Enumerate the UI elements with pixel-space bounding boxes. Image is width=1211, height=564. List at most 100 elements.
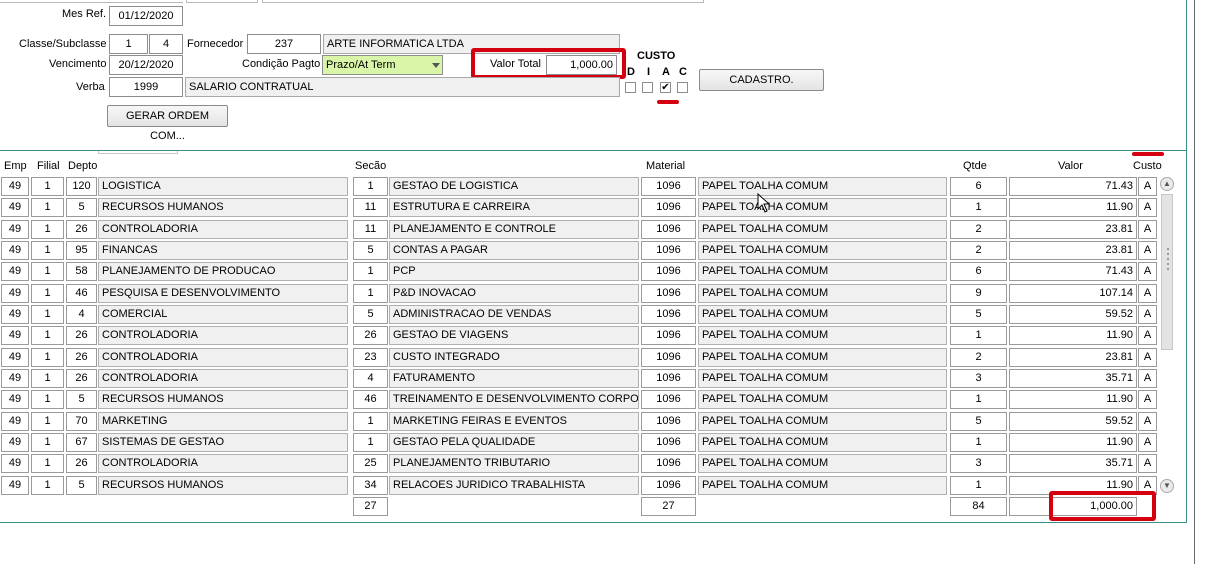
cell-material[interactable]: 1096 <box>641 305 696 324</box>
cell-emp[interactable]: 49 <box>1 241 29 260</box>
cell-secao[interactable]: 5 <box>353 241 388 260</box>
cell-emp[interactable]: 49 <box>1 348 29 367</box>
cell-depto[interactable]: 26 <box>66 220 97 239</box>
cell-qtde[interactable]: 9 <box>950 284 1007 303</box>
cell-material[interactable]: 1096 <box>641 369 696 388</box>
cell-filial[interactable]: 1 <box>31 305 64 324</box>
cell-custo[interactable]: A <box>1138 198 1157 217</box>
cell-filial[interactable]: 1 <box>31 198 64 217</box>
cell-material[interactable]: 1096 <box>641 348 696 367</box>
cell-emp[interactable]: 49 <box>1 476 29 495</box>
cell-depto[interactable]: 46 <box>66 284 97 303</box>
cell-filial[interactable]: 1 <box>31 220 64 239</box>
custo-a-checkbox[interactable]: ✔ <box>660 82 671 93</box>
mes-ref-field[interactable]: 01/12/2020 <box>109 6 183 26</box>
cell-secao[interactable]: 11 <box>353 198 388 217</box>
cell-custo[interactable]: A <box>1138 412 1157 431</box>
cell-material[interactable]: 1096 <box>641 390 696 409</box>
cell-qtde[interactable]: 5 <box>950 412 1007 431</box>
subclasse-field[interactable]: 4 <box>149 34 183 54</box>
cell-secao[interactable]: 1 <box>353 177 388 196</box>
cell-depto[interactable]: 5 <box>66 390 97 409</box>
cell-valor[interactable]: 71.43 <box>1009 262 1137 281</box>
cell-valor[interactable]: 11.90 <box>1009 433 1137 452</box>
vencimento-field[interactable]: 20/12/2020 <box>109 55 183 75</box>
cell-material[interactable]: 1096 <box>641 284 696 303</box>
cell-valor[interactable]: 23.81 <box>1009 220 1137 239</box>
cell-custo[interactable]: A <box>1138 284 1157 303</box>
cell-custo[interactable]: A <box>1138 220 1157 239</box>
cell-filial[interactable]: 1 <box>31 348 64 367</box>
cell-emp[interactable]: 49 <box>1 454 29 473</box>
cell-qtde[interactable]: 5 <box>950 305 1007 324</box>
cell-depto[interactable]: 120 <box>66 177 97 196</box>
custo-i-checkbox[interactable] <box>642 82 653 93</box>
cell-depto[interactable]: 58 <box>66 262 97 281</box>
cell-emp[interactable]: 49 <box>1 305 29 324</box>
cell-material[interactable]: 1096 <box>641 412 696 431</box>
cell-secao[interactable]: 25 <box>353 454 388 473</box>
cell-qtde[interactable]: 1 <box>950 326 1007 345</box>
condicao-pagto-select[interactable]: Prazo/At Term <box>322 55 443 75</box>
cell-emp[interactable]: 49 <box>1 220 29 239</box>
cell-secao[interactable]: 11 <box>353 220 388 239</box>
cell-qtde[interactable]: 3 <box>950 454 1007 473</box>
gerar-ordem-button[interactable]: GERAR ORDEM COM... <box>107 105 228 142</box>
cell-secao[interactable]: 26 <box>353 326 388 345</box>
cell-emp[interactable]: 49 <box>1 369 29 388</box>
cell-custo[interactable]: A <box>1138 348 1157 367</box>
cell-secao[interactable]: 34 <box>353 476 388 495</box>
cell-emp[interactable]: 49 <box>1 262 29 281</box>
cell-qtde[interactable]: 2 <box>950 220 1007 239</box>
cell-material[interactable]: 1096 <box>641 177 696 196</box>
cell-custo[interactable]: A <box>1138 369 1157 388</box>
cell-depto[interactable]: 95 <box>66 241 97 260</box>
cell-valor[interactable]: 71.43 <box>1009 177 1137 196</box>
cell-filial[interactable]: 1 <box>31 369 64 388</box>
cell-filial[interactable]: 1 <box>31 390 64 409</box>
cell-valor[interactable]: 11.90 <box>1009 326 1137 345</box>
cell-filial[interactable]: 1 <box>31 177 64 196</box>
cell-custo[interactable]: A <box>1138 433 1157 452</box>
custo-d-checkbox[interactable] <box>625 82 636 93</box>
cell-secao[interactable]: 1 <box>353 433 388 452</box>
cell-qtde[interactable]: 1 <box>950 433 1007 452</box>
cell-secao[interactable]: 1 <box>353 412 388 431</box>
cadastro-button[interactable]: CADASTRO. <box>699 69 824 91</box>
cell-qtde[interactable]: 1 <box>950 198 1007 217</box>
cell-filial[interactable]: 1 <box>31 412 64 431</box>
fornecedor-code-field[interactable]: 237 <box>247 34 321 54</box>
cell-material[interactable]: 1096 <box>641 454 696 473</box>
cell-valor[interactable]: 23.81 <box>1009 348 1137 367</box>
cell-qtde[interactable]: 1 <box>950 476 1007 495</box>
cell-emp[interactable]: 49 <box>1 433 29 452</box>
cell-material[interactable]: 1096 <box>641 220 696 239</box>
cell-depto[interactable]: 5 <box>66 476 97 495</box>
cell-depto[interactable]: 26 <box>66 454 97 473</box>
cell-valor[interactable]: 59.52 <box>1009 412 1137 431</box>
cell-custo[interactable]: A <box>1138 262 1157 281</box>
cell-filial[interactable]: 1 <box>31 262 64 281</box>
chevron-down-icon[interactable] <box>432 63 440 68</box>
cell-secao[interactable]: 4 <box>353 369 388 388</box>
cell-secao[interactable]: 5 <box>353 305 388 324</box>
cell-depto[interactable]: 26 <box>66 348 97 367</box>
cell-emp[interactable]: 49 <box>1 390 29 409</box>
cell-valor[interactable]: 11.90 <box>1009 390 1137 409</box>
cell-valor[interactable]: 107.14 <box>1009 284 1137 303</box>
cell-secao[interactable]: 1 <box>353 262 388 281</box>
cell-secao[interactable]: 23 <box>353 348 388 367</box>
verba-code-field[interactable]: 1999 <box>109 77 183 97</box>
cell-emp[interactable]: 49 <box>1 198 29 217</box>
cell-material[interactable]: 1096 <box>641 326 696 345</box>
cell-filial[interactable]: 1 <box>31 433 64 452</box>
cell-qtde[interactable]: 2 <box>950 241 1007 260</box>
cell-qtde[interactable]: 3 <box>950 369 1007 388</box>
scroll-thumb[interactable] <box>1161 194 1173 350</box>
custo-c-checkbox[interactable] <box>677 82 688 93</box>
cell-depto[interactable]: 5 <box>66 198 97 217</box>
cell-filial[interactable]: 1 <box>31 454 64 473</box>
cell-valor[interactable]: 11.90 <box>1009 198 1137 217</box>
cell-custo[interactable]: A <box>1138 241 1157 260</box>
scroll-down-icon[interactable]: ▼ <box>1160 479 1174 493</box>
